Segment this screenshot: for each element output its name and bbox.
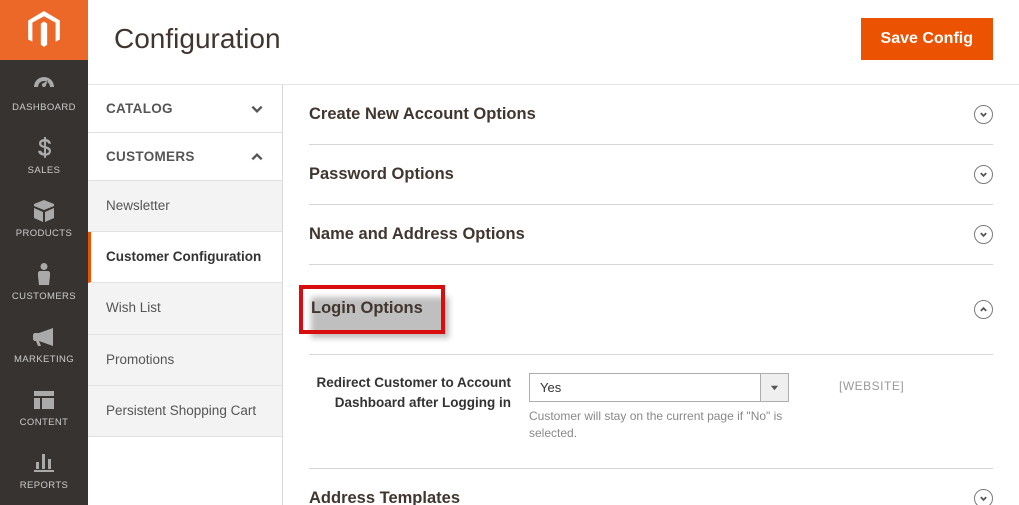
bar-chart-icon xyxy=(34,452,54,474)
section-name-address[interactable]: Name and Address Options xyxy=(309,205,993,265)
nav-customers[interactable]: CUSTOMERS xyxy=(0,249,88,312)
nav-sales[interactable]: SALES xyxy=(0,123,88,186)
chevron-up-icon xyxy=(250,150,264,164)
nav-label: CUSTOMERS xyxy=(12,291,76,302)
nav-products[interactable]: PRODUCTS xyxy=(0,186,88,249)
redirect-select[interactable]: Yes xyxy=(529,373,789,402)
select-value: Yes xyxy=(529,373,761,402)
magento-logo[interactable] xyxy=(0,0,88,60)
nav-label: MARKETING xyxy=(14,354,74,365)
field-scope: [WEBSITE] xyxy=(789,373,904,442)
field-label: Redirect Customer to Account Dashboard a… xyxy=(309,373,529,442)
save-button[interactable]: Save Config xyxy=(861,18,993,60)
sidebar-group-customers[interactable]: CUSTOMERS xyxy=(88,133,282,181)
section-title: Password Options xyxy=(309,165,454,184)
nav-label: SALES xyxy=(28,165,61,176)
megaphone-icon xyxy=(33,326,55,348)
nav-label: PRODUCTS xyxy=(16,228,73,239)
expand-icon xyxy=(974,225,993,244)
collapse-icon xyxy=(974,300,993,319)
nav-reports[interactable]: REPORTS xyxy=(0,438,88,501)
nav-dashboard[interactable]: DASHBOARD xyxy=(0,60,88,123)
field-redirect-customer: Redirect Customer to Account Dashboard a… xyxy=(309,355,993,469)
sidebar-item-promotions[interactable]: Promotions xyxy=(88,335,282,386)
sidebar-group-catalog[interactable]: CATALOG xyxy=(88,85,282,133)
box-icon xyxy=(33,200,55,222)
section-password[interactable]: Password Options xyxy=(309,145,993,205)
gauge-icon xyxy=(32,74,56,96)
page-title: Configuration xyxy=(114,23,281,55)
sidebar-group-label: CATALOG xyxy=(106,101,173,116)
nav-label: CONTENT xyxy=(20,417,69,428)
nav-content[interactable]: CONTENT xyxy=(0,375,88,438)
dollar-icon xyxy=(37,137,51,159)
sidebar-item-persistent-cart[interactable]: Persistent Shopping Cart xyxy=(88,386,282,437)
section-title: Address Templates xyxy=(309,489,460,505)
nav-label: DASHBOARD xyxy=(12,102,76,113)
sidebar-item-customer-config[interactable]: Customer Configuration xyxy=(88,232,282,283)
section-address-templates[interactable]: Address Templates xyxy=(309,469,993,505)
nav-marketing[interactable]: MARKETING xyxy=(0,312,88,375)
config-sidebar: CATALOG CUSTOMERS Newsletter Customer Co… xyxy=(88,85,283,505)
admin-nav: DASHBOARD SALES PRODUCTS CUSTOMERS MARKE… xyxy=(0,0,88,505)
section-title: Login Options xyxy=(299,285,445,334)
sidebar-item-wishlist[interactable]: Wish List xyxy=(88,283,282,334)
config-panel: Create New Account Options Password Opti… xyxy=(283,85,1019,505)
dropdown-arrow-icon xyxy=(761,373,789,402)
layout-icon xyxy=(34,389,54,411)
page-header: Configuration Save Config xyxy=(88,0,1019,85)
sidebar-item-newsletter[interactable]: Newsletter xyxy=(88,181,282,232)
section-title: Name and Address Options xyxy=(309,225,525,244)
person-icon xyxy=(37,263,51,285)
expand-icon xyxy=(974,489,993,505)
field-help: Customer will stay on the current page i… xyxy=(529,408,789,442)
section-create-account[interactable]: Create New Account Options xyxy=(309,85,993,145)
expand-icon xyxy=(974,105,993,124)
section-login-options[interactable]: Login Options xyxy=(309,265,993,355)
section-title: Create New Account Options xyxy=(309,105,536,124)
expand-icon xyxy=(974,165,993,184)
chevron-down-icon xyxy=(250,102,264,116)
sidebar-group-label: CUSTOMERS xyxy=(106,149,195,164)
nav-label: REPORTS xyxy=(20,480,69,491)
